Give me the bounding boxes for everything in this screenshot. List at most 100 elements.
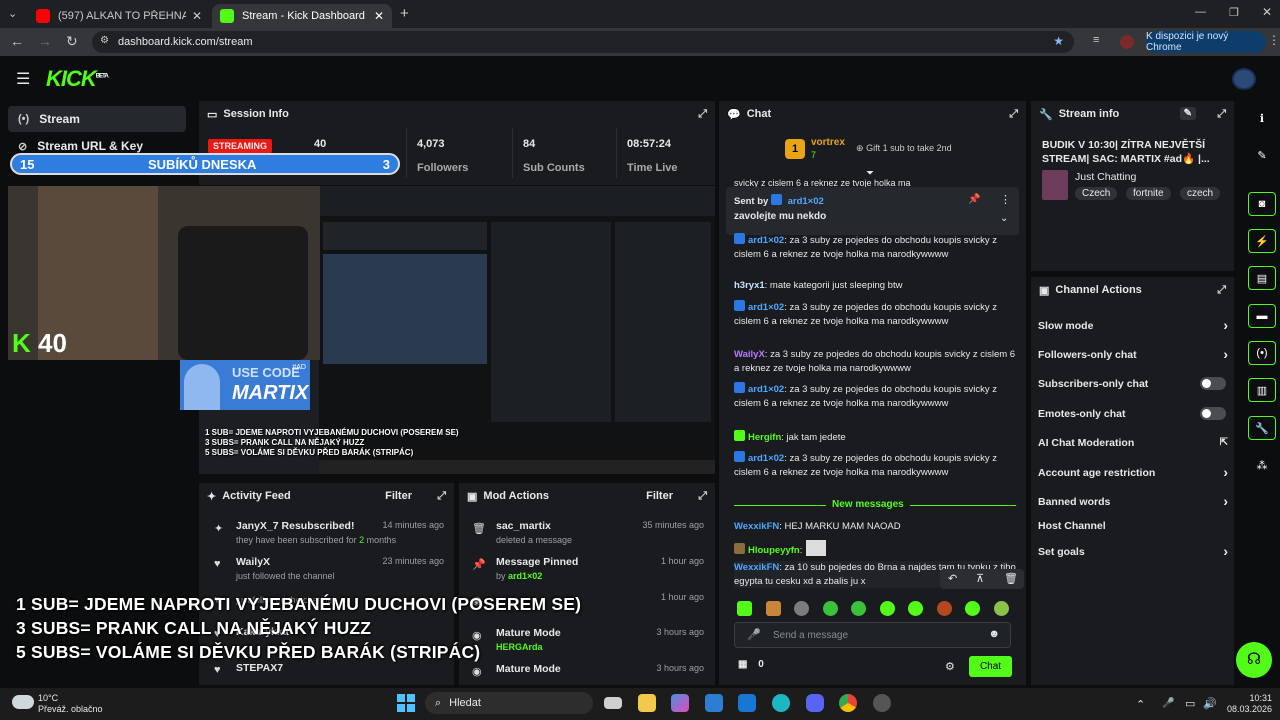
- maximize-icon[interactable]: ❐: [1229, 6, 1239, 19]
- emote-button[interactable]: [965, 601, 980, 616]
- layout-icon[interactable]: ▥: [1248, 378, 1276, 402]
- expand-icon[interactable]: ⤢: [437, 490, 446, 503]
- reply-icon[interactable]: ↶: [948, 572, 957, 585]
- close-window-icon[interactable]: ✕: [1262, 5, 1272, 19]
- chat-username[interactable]: WexxikFN: [734, 562, 779, 573]
- windows-start-icon[interactable]: [397, 694, 415, 712]
- site-info-icon[interactable]: ⚙: [100, 35, 109, 46]
- emote-button[interactable]: [880, 601, 895, 616]
- emote-button[interactable]: [823, 601, 838, 616]
- chat-username[interactable]: WexxikFN: [734, 521, 779, 532]
- camera-toggle-icon[interactable]: ◙: [1248, 192, 1276, 216]
- new-tab-icon[interactable]: +: [400, 5, 409, 22]
- action-set-goals[interactable]: Set goals ›: [1038, 543, 1228, 559]
- emote-button[interactable]: [994, 601, 1009, 616]
- chat-settings-icon[interactable]: ⚙: [945, 660, 955, 673]
- edit-icon[interactable]: ✎: [1248, 143, 1276, 167]
- close-tab-icon[interactable]: ✕: [192, 9, 202, 23]
- user-avatar[interactable]: [1232, 68, 1256, 90]
- channel-points[interactable]: ▦ 0: [738, 659, 764, 670]
- pin-icon[interactable]: ⊼: [976, 572, 984, 585]
- chat-username[interactable]: ard1×02: [748, 235, 784, 246]
- pin-icon[interactable]: 📌: [968, 194, 980, 205]
- kick-logo[interactable]: KICKBETA: [46, 66, 109, 92]
- stream-tag[interactable]: czech: [1180, 187, 1221, 200]
- stream-tag[interactable]: Czech: [1075, 187, 1118, 200]
- edit-pencil-icon[interactable]: ✎: [1179, 107, 1196, 120]
- menu-dots-icon[interactable]: ⋮: [1268, 33, 1280, 47]
- filter-button[interactable]: Filter: [646, 490, 673, 502]
- action-host-channel[interactable]: Host Channel: [1038, 520, 1228, 532]
- expand-icon[interactable]: ⤢: [1009, 108, 1018, 121]
- emote-button[interactable]: [766, 601, 781, 616]
- chat-username[interactable]: WailyX: [734, 349, 765, 360]
- tray-chevron-icon[interactable]: ⌃: [1136, 698, 1145, 711]
- action-ai-moderation[interactable]: AI Chat Moderation ⇱: [1038, 437, 1228, 449]
- message-icon[interactable]: ▬: [1248, 304, 1276, 328]
- discord-icon[interactable]: [806, 694, 824, 712]
- emoji-picker-icon[interactable]: ☻: [988, 628, 1000, 640]
- forward-arrow-icon[interactable]: →: [38, 33, 52, 49]
- tab-youtube[interactable]: (597) ALKAN TO PŘEHNAL! - Yo ✕: [28, 4, 210, 28]
- chat-username[interactable]: ard1×02: [748, 302, 784, 313]
- url-input[interactable]: ⚙ dashboard.kick.com/stream ★: [92, 31, 1074, 53]
- chat-username[interactable]: Hloupeyyfn: [748, 545, 800, 556]
- close-tab-icon[interactable]: ✕: [374, 9, 384, 23]
- share-icon[interactable]: ⁂: [1248, 453, 1276, 477]
- reload-icon[interactable]: ↻: [66, 33, 78, 50]
- chat-input[interactable]: 🎤 Send a message ☻: [734, 622, 1011, 648]
- notes-icon[interactable]: ▤: [1248, 266, 1276, 290]
- media-control-icon[interactable]: ≡: [1093, 34, 1099, 46]
- task-view-icon[interactable]: [604, 697, 622, 709]
- chat-username[interactable]: h3ryx1: [734, 280, 765, 291]
- edge-icon[interactable]: [772, 694, 790, 712]
- tab-kick-dashboard[interactable]: Stream - Kick Dashboard ✕: [212, 4, 392, 28]
- info-icon[interactable]: ℹ: [1248, 106, 1276, 130]
- emote-button[interactable]: [794, 601, 809, 616]
- chrome-update-button[interactable]: K dispozici je nový Chrome: [1146, 31, 1266, 53]
- back-arrow-icon[interactable]: ←: [10, 33, 24, 49]
- chrome-icon[interactable]: [839, 694, 857, 712]
- tray-clock[interactable]: 10:31 08.03.2026: [1226, 693, 1272, 715]
- weather-widget[interactable]: 10°C Převáž. oblačno: [38, 693, 103, 715]
- file-explorer-icon[interactable]: [638, 694, 656, 712]
- chevron-down-icon[interactable]: ⌄: [1000, 213, 1008, 224]
- lightning-icon[interactable]: ⚡: [1248, 229, 1276, 253]
- action-followers-only[interactable]: Followers-only chat ›: [1038, 346, 1228, 362]
- emote-button[interactable]: [851, 601, 866, 616]
- support-chat-button[interactable]: ☊: [1236, 642, 1272, 678]
- emote-button[interactable]: [908, 601, 923, 616]
- chat-username[interactable]: Hergifn: [748, 432, 781, 443]
- sidebar-item-stream[interactable]: (•) Stream: [8, 106, 186, 132]
- copilot-icon[interactable]: [671, 694, 689, 712]
- expand-icon[interactable]: ⤢: [1217, 284, 1226, 297]
- broadcast-icon[interactable]: (•): [1248, 341, 1276, 365]
- expand-icon[interactable]: ⤢: [698, 108, 707, 121]
- minimize-icon[interactable]: —: [1195, 6, 1206, 18]
- pinned-message[interactable]: Sent by ard1×02 zavolejte mu nekdo 📌 ⋮ ⌄: [726, 187, 1019, 235]
- mail-icon[interactable]: [738, 694, 756, 712]
- gift-sub-button[interactable]: ⊕ Gift 1 sub to take 2nd: [856, 143, 952, 154]
- store-icon[interactable]: [705, 694, 723, 712]
- profile-avatar[interactable]: [1120, 35, 1134, 49]
- emotes-only-toggle[interactable]: [1200, 407, 1226, 420]
- emote-button[interactable]: [937, 601, 952, 616]
- mic-icon[interactable]: 🎤: [747, 628, 761, 641]
- expand-icon[interactable]: ⤢: [1217, 108, 1226, 121]
- chat-username[interactable]: ard1×02: [748, 384, 784, 395]
- bookmark-star-icon[interactable]: ★: [1053, 34, 1064, 48]
- trash-icon[interactable]: 🗑: [1004, 572, 1018, 585]
- subscribers-only-toggle[interactable]: [1200, 377, 1226, 390]
- emote-button[interactable]: [737, 601, 752, 616]
- chat-username[interactable]: ard1×02: [748, 453, 784, 464]
- action-account-age[interactable]: Account age restriction ›: [1038, 464, 1228, 480]
- filter-button[interactable]: Filter: [385, 490, 412, 502]
- taskbar-search[interactable]: ⌕ Hledat: [425, 692, 593, 714]
- more-options-icon[interactable]: ⋮: [1000, 193, 1011, 206]
- stream-tag[interactable]: fortnite: [1126, 187, 1171, 200]
- tray-mic-icon[interactable]: 🎤: [1162, 698, 1174, 709]
- stream-category[interactable]: Just Chatting: [1075, 171, 1136, 183]
- tab-search-button[interactable]: ⌄: [8, 7, 17, 20]
- action-banned-words[interactable]: Banned words ›: [1038, 493, 1228, 509]
- tray-network-icon[interactable]: ▭: [1185, 697, 1195, 710]
